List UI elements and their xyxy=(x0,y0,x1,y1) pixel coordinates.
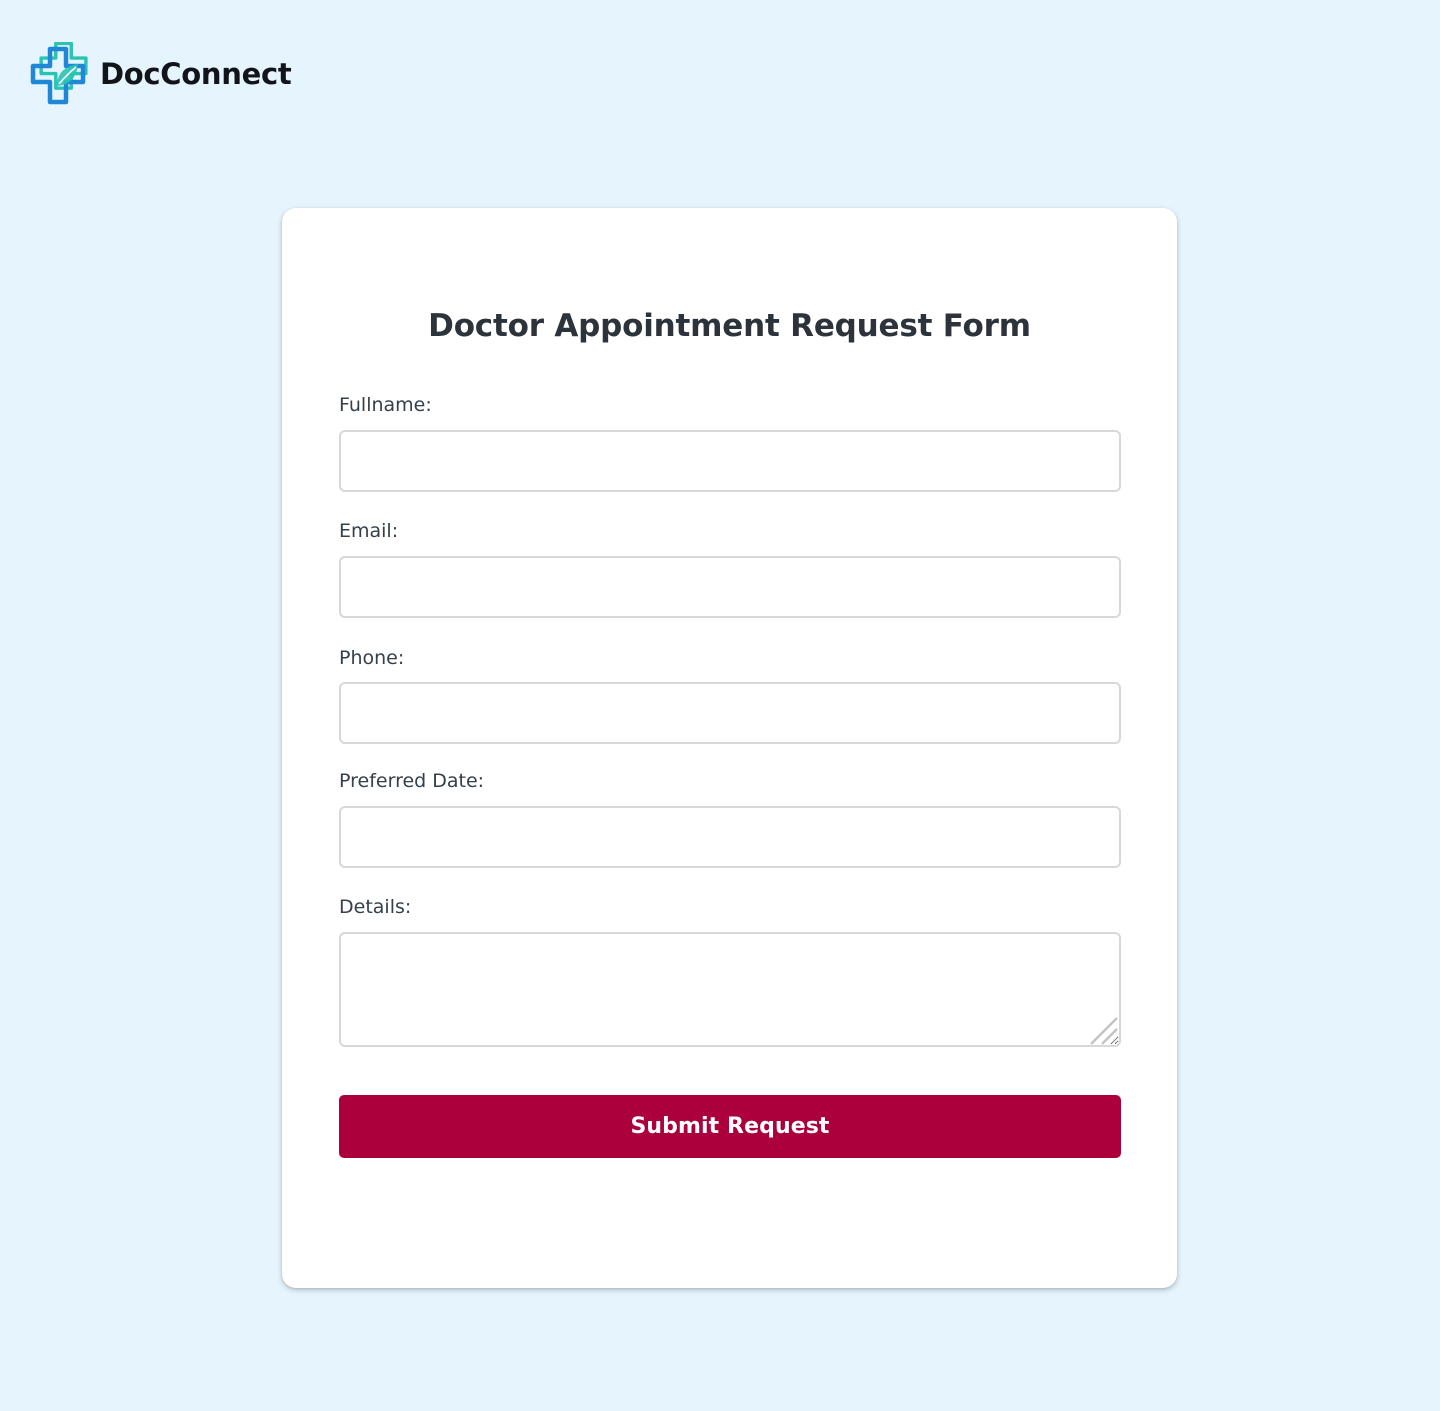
preferred-date-label: Preferred Date: xyxy=(339,770,485,792)
email-input[interactable] xyxy=(339,556,1121,618)
brand-logo[interactable]: DocConnect xyxy=(30,42,292,106)
appointment-form-card: Doctor Appointment Request Form Fullname… xyxy=(282,208,1177,1288)
submit-request-button[interactable]: Submit Request xyxy=(339,1095,1121,1158)
phone-label: Phone: xyxy=(339,647,405,669)
details-textarea[interactable] xyxy=(339,932,1121,1047)
preferred-date-input[interactable] xyxy=(339,806,1121,868)
fullname-input[interactable] xyxy=(339,430,1121,492)
details-label: Details: xyxy=(339,896,412,918)
form-title: Doctor Appointment Request Form xyxy=(428,308,1031,344)
brand-name: DocConnect xyxy=(100,57,292,91)
email-label: Email: xyxy=(339,520,399,542)
fullname-label: Fullname: xyxy=(339,394,432,416)
medical-cross-logo-icon xyxy=(30,42,88,105)
phone-input[interactable] xyxy=(339,682,1121,744)
